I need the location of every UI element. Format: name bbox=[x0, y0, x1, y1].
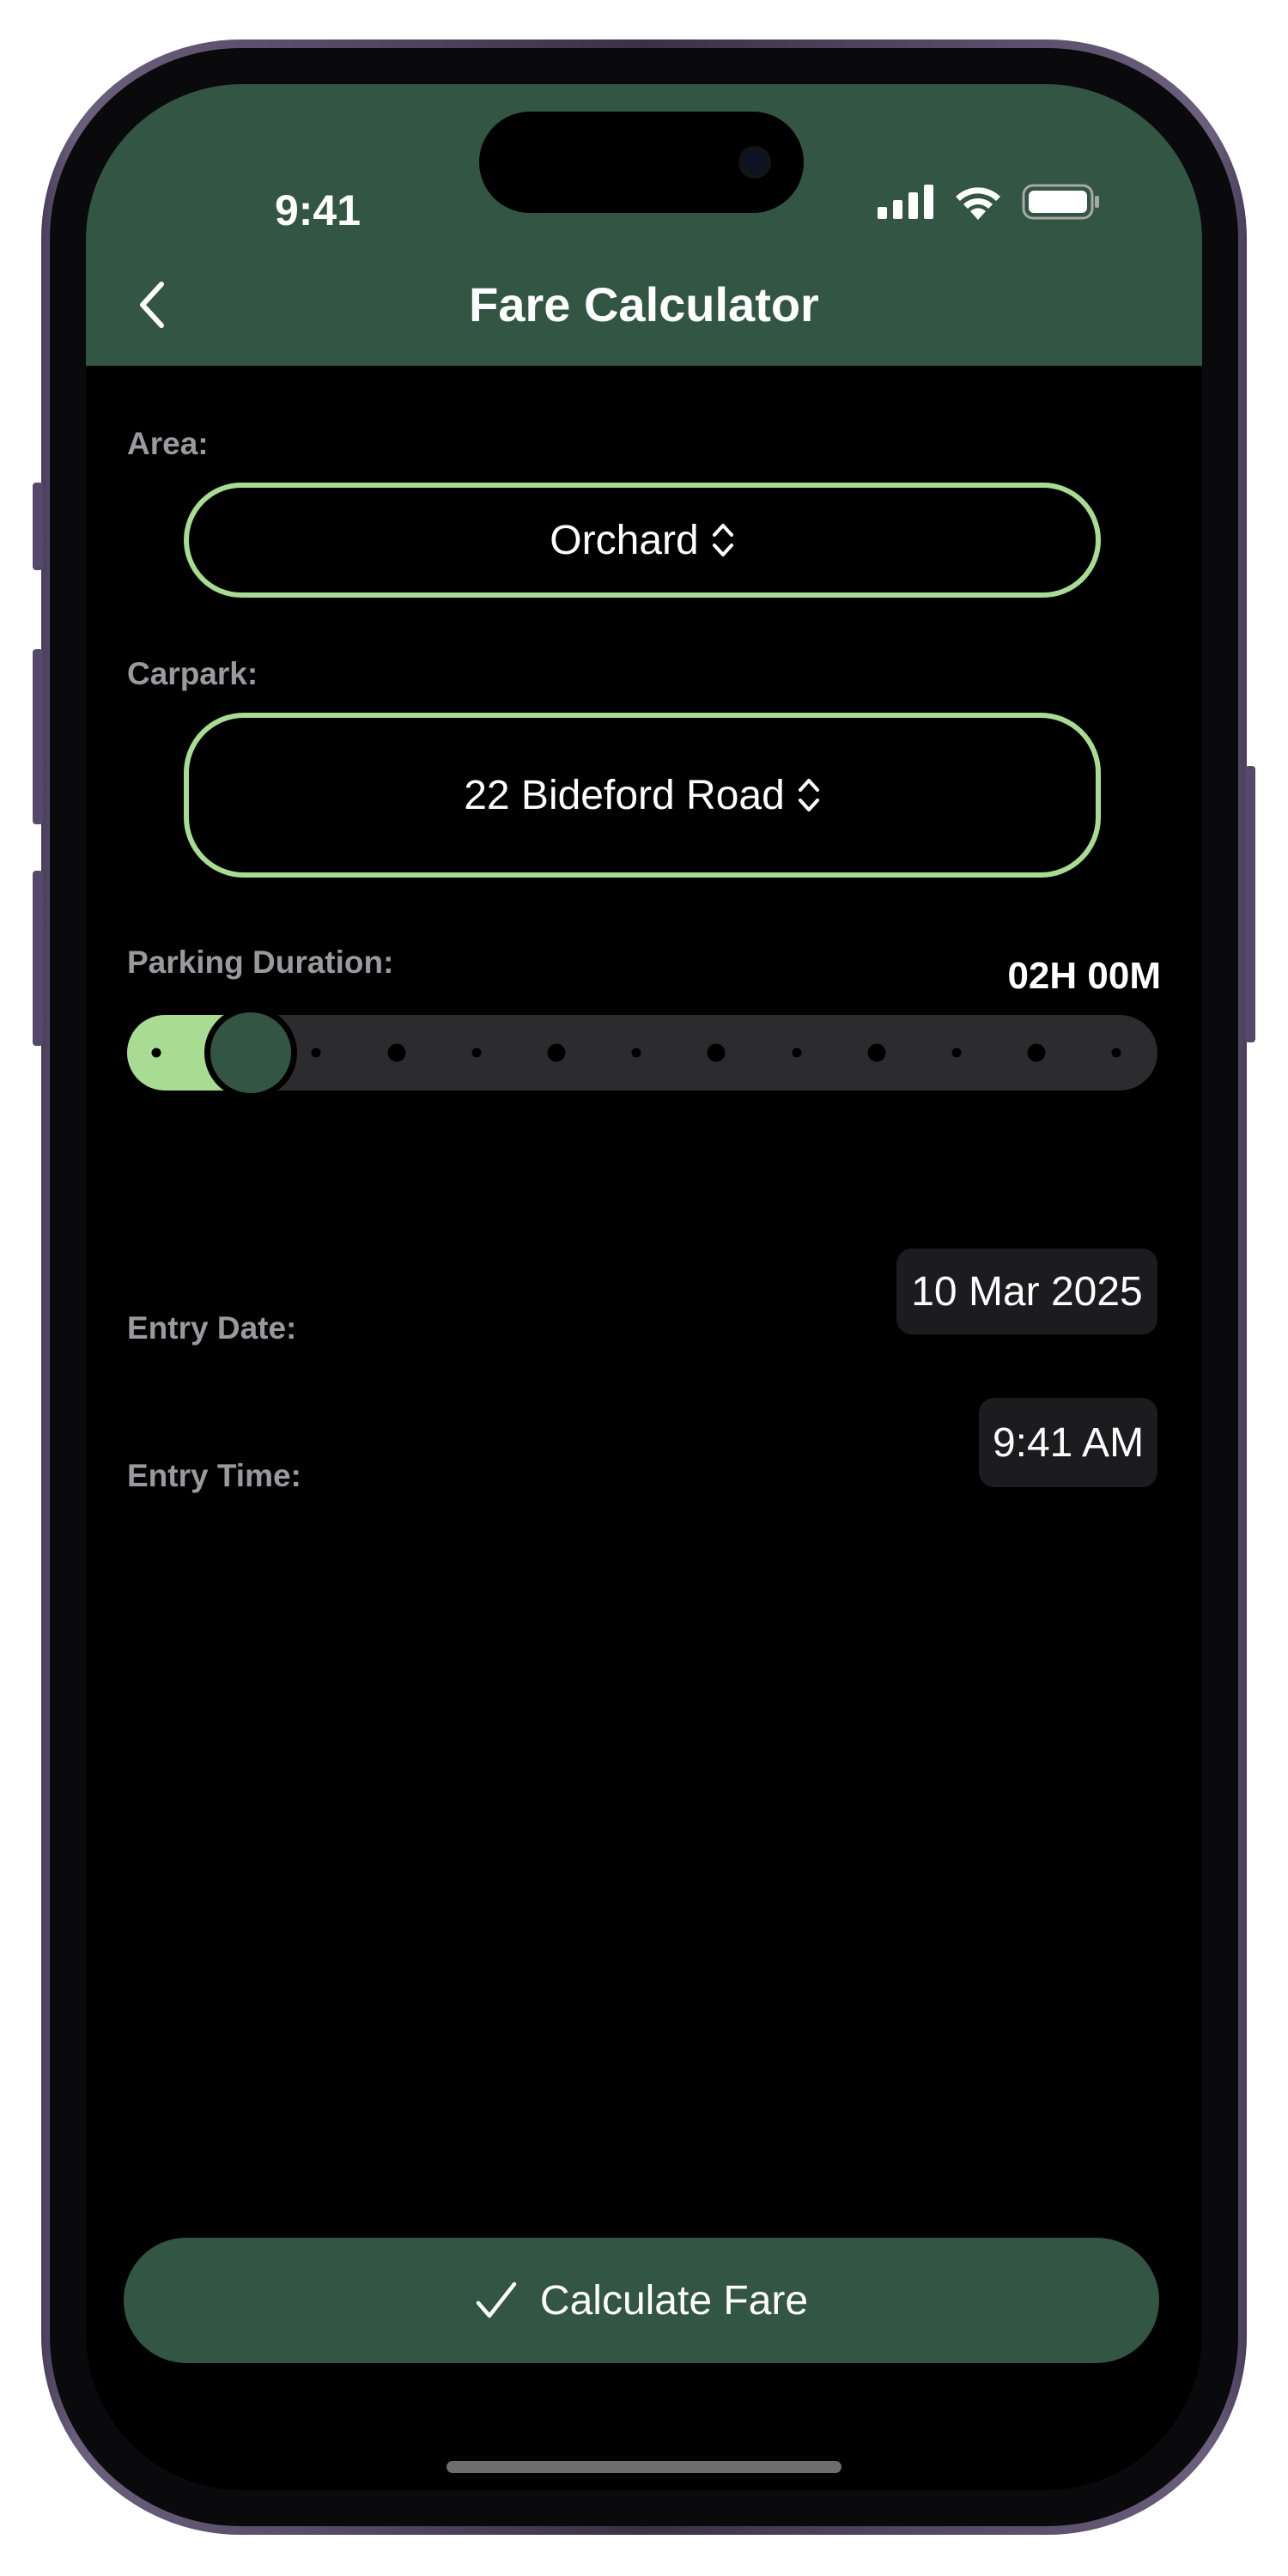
entry-time-label: Entry Time: bbox=[127, 1458, 301, 1493]
area-picker[interactable]: Orchard bbox=[184, 483, 1101, 598]
slider-tick bbox=[631, 1048, 641, 1058]
duration-slider[interactable] bbox=[127, 1006, 1157, 1099]
carpark-value: 22 Bideford Road bbox=[464, 772, 785, 818]
slider-tick bbox=[792, 1048, 802, 1058]
slider-tick bbox=[547, 1043, 566, 1062]
duration-value: 02H 00M bbox=[1007, 955, 1161, 997]
mute-switch bbox=[33, 483, 43, 570]
device-frame: 9:41 Fare Calculator Area: Orchard Carpa… bbox=[41, 39, 1247, 2535]
home-indicator bbox=[447, 2461, 841, 2473]
slider-tick bbox=[471, 1048, 482, 1058]
slider-thumb[interactable] bbox=[204, 1006, 297, 1099]
nav-header: 9:41 Fare Calculator bbox=[86, 84, 1202, 366]
volume-down-button bbox=[33, 871, 43, 1046]
camera-icon bbox=[738, 146, 771, 179]
status-icons bbox=[878, 184, 1101, 220]
carpark-label: Carpark: bbox=[127, 656, 258, 691]
device-bezel: 9:41 Fare Calculator Area: Orchard Carpa… bbox=[50, 48, 1238, 2526]
wifi-icon bbox=[956, 187, 1000, 220]
dynamic-island bbox=[479, 112, 804, 213]
cellular-signal-icon bbox=[878, 185, 933, 219]
carpark-picker[interactable]: 22 Bideford Road bbox=[184, 713, 1101, 878]
slider-tick bbox=[311, 1048, 321, 1058]
battery-icon bbox=[1022, 184, 1099, 220]
page-title: Fare Calculator bbox=[469, 277, 819, 331]
power-button bbox=[1245, 766, 1255, 1042]
entry-time-picker[interactable]: 9:41 AM bbox=[979, 1398, 1157, 1487]
calculate-fare-label: Calculate Fare bbox=[539, 2277, 809, 2324]
slider-tick bbox=[1111, 1048, 1121, 1058]
status-time: 9:41 bbox=[274, 186, 361, 234]
slider-tick bbox=[151, 1048, 161, 1058]
slider-tick bbox=[951, 1048, 962, 1058]
calculate-fare-button[interactable]: Calculate Fare bbox=[124, 2238, 1159, 2363]
app-screen: 9:41 Fare Calculator Area: Orchard Carpa… bbox=[86, 84, 1202, 2490]
chevron-up-down-icon bbox=[711, 521, 735, 559]
checkmark-icon bbox=[476, 2281, 517, 2318]
area-label: Area: bbox=[127, 426, 209, 461]
volume-up-button bbox=[33, 649, 43, 824]
slider-tick bbox=[707, 1043, 726, 1062]
slider-tick bbox=[387, 1043, 406, 1062]
entry-date-label: Entry Date: bbox=[127, 1310, 297, 1346]
entry-date-picker[interactable]: 10 Mar 2025 bbox=[896, 1249, 1157, 1334]
chevron-up-down-icon bbox=[797, 776, 821, 814]
area-value: Orchard bbox=[550, 517, 699, 563]
duration-label: Parking Duration: bbox=[127, 945, 394, 980]
slider-tick bbox=[1027, 1043, 1046, 1062]
slider-tick bbox=[867, 1043, 886, 1062]
